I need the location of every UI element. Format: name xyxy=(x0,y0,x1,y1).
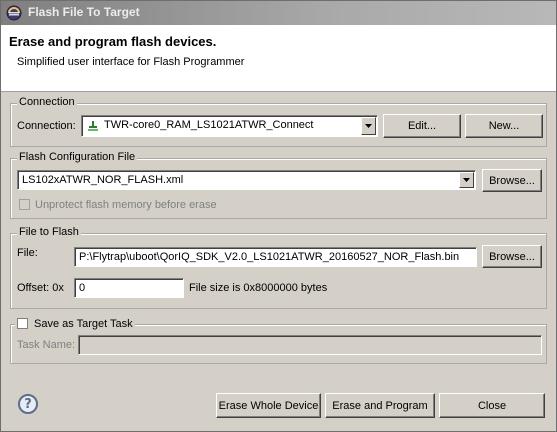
file-size-text: File size is 0x8000000 bytes xyxy=(189,282,328,294)
help-icon[interactable]: ? xyxy=(18,394,38,414)
connection-group-label: Connection xyxy=(17,96,77,108)
browse-file-button[interactable]: Browse... xyxy=(482,245,542,268)
edit-connection-button[interactable]: Edit... xyxy=(383,114,461,138)
file-path-input[interactable]: P:\Flytrap\uboot\QorIQ_SDK_V2.0_LS1021AT… xyxy=(74,247,477,267)
connection-label: Connection: xyxy=(17,120,76,132)
unprotect-checkbox xyxy=(19,199,30,210)
connection-value: TWR-core0_RAM_LS1021ATWR_Connect xyxy=(104,119,314,131)
flash-config-value: LS102xATWR_NOR_FLASH.xml xyxy=(22,174,184,186)
page-subtitle: Simplified user interface for Flash Prog… xyxy=(17,56,245,68)
window-title: Flash File To Target xyxy=(28,5,140,19)
flash-config-select[interactable]: LS102xATWR_NOR_FLASH.xml xyxy=(17,170,476,190)
task-name-input xyxy=(78,335,542,355)
file-to-flash-group-label: File to Flash xyxy=(17,226,81,238)
browse-flash-config-button[interactable]: Browse... xyxy=(482,169,542,192)
title-bar[interactable]: Flash File To Target xyxy=(1,1,556,25)
erase-whole-device-button[interactable]: Erase Whole Device xyxy=(216,393,321,418)
new-connection-button[interactable]: New... xyxy=(465,114,543,138)
save-target-task-label: Save as Target Task xyxy=(34,318,133,330)
flash-config-group-label: Flash Configuration File xyxy=(17,151,138,163)
connection-plug-icon xyxy=(87,120,99,132)
connection-select[interactable]: TWR-core0_RAM_LS1021ATWR_Connect xyxy=(81,115,378,137)
flash-file-to-target-dialog: Flash File To Target Erase and program f… xyxy=(0,0,557,432)
chevron-down-icon[interactable] xyxy=(361,117,376,135)
eclipse-icon xyxy=(6,5,22,21)
unprotect-label: Unprotect flash memory before erase xyxy=(35,199,217,211)
chevron-down-icon[interactable] xyxy=(459,172,474,188)
task-name-label: Task Name: xyxy=(17,339,76,351)
header-banner: Erase and program flash devices. Simplif… xyxy=(1,25,556,92)
erase-and-program-button[interactable]: Erase and Program xyxy=(325,393,435,418)
offset-label: Offset: 0x xyxy=(17,282,64,294)
file-label: File: xyxy=(17,247,38,259)
page-title: Erase and program flash devices. xyxy=(9,34,217,49)
close-button[interactable]: Close xyxy=(439,393,545,418)
save-target-task-checkbox[interactable] xyxy=(17,318,28,329)
offset-input[interactable]: 0 xyxy=(74,278,184,298)
save-target-task-toggle[interactable]: Save as Target Task xyxy=(15,316,135,330)
